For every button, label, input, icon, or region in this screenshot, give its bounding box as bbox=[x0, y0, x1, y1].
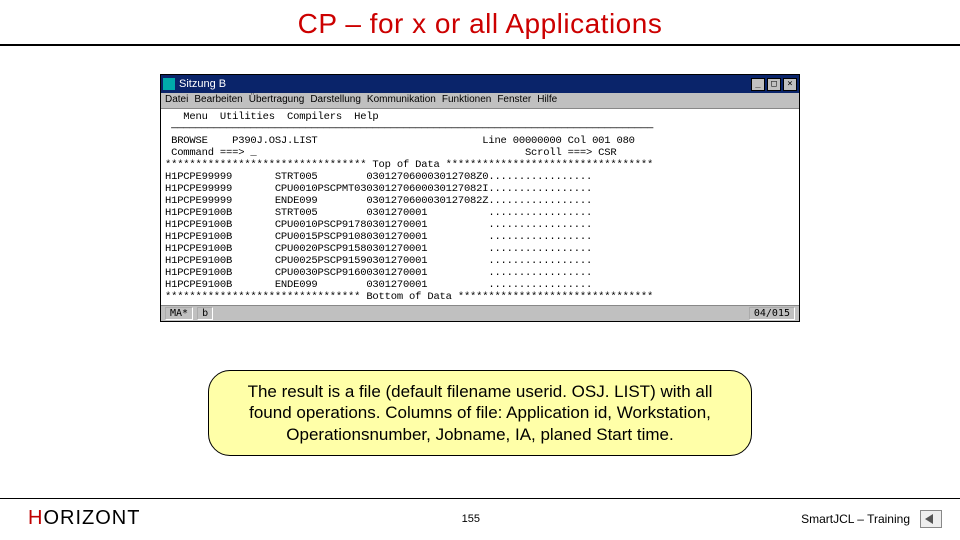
footer-right-text: SmartJCL – Training bbox=[801, 512, 910, 526]
menu-item[interactable]: Funktionen bbox=[442, 94, 491, 107]
terminal-line: H1PCPE99999 STRT005 030127060003012708Z0… bbox=[165, 171, 795, 183]
terminal-window: Sitzung B _ □ × Datei Bearbeiten Übertra… bbox=[160, 74, 800, 322]
terminal-line: ******************************** Bottom … bbox=[165, 291, 795, 303]
maximize-button[interactable]: □ bbox=[767, 78, 781, 91]
menu-item[interactable]: Übertragung bbox=[249, 94, 305, 107]
terminal-line: H1PCPE99999 CPU0010PSCPMT030301270600030… bbox=[165, 183, 795, 195]
window-title: Sitzung B bbox=[179, 78, 751, 90]
footer: HORIZONT 155 SmartJCL – Training bbox=[0, 498, 960, 540]
terminal-line: H1PCPE9100B CPU0010PSCP91780301270001 ..… bbox=[165, 219, 795, 231]
brand-logo: HORIZONT bbox=[28, 507, 140, 530]
status-left1: MA* bbox=[165, 307, 193, 320]
terminal-line: ********************************* Top of… bbox=[165, 159, 795, 171]
terminal-line: BROWSE P390J.OSJ.LIST Line 00000000 Col … bbox=[165, 135, 795, 147]
status-right: 04/015 bbox=[749, 307, 795, 320]
window-statusbar: MA* b 04/015 bbox=[161, 305, 799, 321]
terminal-line: H1PCPE9100B ENDE099 0301270001 .........… bbox=[165, 279, 795, 291]
terminal-line: H1PCPE9100B CPU0030PSCP91600301270001 ..… bbox=[165, 267, 795, 279]
menu-item[interactable]: Fenster bbox=[497, 94, 531, 107]
terminal-line: H1PCPE9100B CPU0015PSCP91080301270001 ..… bbox=[165, 231, 795, 243]
window-titlebar: Sitzung B _ □ × bbox=[161, 75, 799, 93]
menu-item[interactable]: Datei bbox=[165, 94, 188, 107]
terminal-body: Menu Utilities Compilers Help ──────────… bbox=[161, 109, 799, 305]
terminal-line: H1PCPE9100B STRT005 0301270001 .........… bbox=[165, 207, 795, 219]
close-button[interactable]: × bbox=[783, 78, 797, 91]
terminal-line: Command ===> _ Scroll ===> CSR bbox=[165, 147, 795, 159]
terminal-line: H1PCPE99999 ENDE099 0301270600030127082Z… bbox=[165, 195, 795, 207]
terminal-line: H1PCPE9100B CPU0025PSCP91590301270001 ..… bbox=[165, 255, 795, 267]
prev-slide-icon[interactable] bbox=[920, 510, 942, 528]
callout-box: The result is a file (default filename u… bbox=[208, 370, 752, 456]
minimize-button[interactable]: _ bbox=[751, 78, 765, 91]
title-underline bbox=[0, 44, 960, 46]
menu-item[interactable]: Bearbeiten bbox=[194, 94, 242, 107]
terminal-line: Menu Utilities Compilers Help bbox=[165, 111, 795, 123]
status-left2: b bbox=[197, 307, 213, 320]
page-title: CP – for x or all Applications bbox=[0, 0, 960, 44]
menu-item[interactable]: Kommunikation bbox=[367, 94, 436, 107]
window-menubar: Datei Bearbeiten Übertragung Darstellung… bbox=[161, 93, 799, 109]
page-number: 155 bbox=[140, 513, 801, 525]
app-icon bbox=[163, 78, 175, 90]
terminal-line: H1PCPE9100B CPU0020PSCP91580301270001 ..… bbox=[165, 243, 795, 255]
menu-item[interactable]: Darstellung bbox=[310, 94, 361, 107]
terminal-line: ────────────────────────────────────────… bbox=[165, 123, 795, 135]
menu-item[interactable]: Hilfe bbox=[537, 94, 557, 107]
